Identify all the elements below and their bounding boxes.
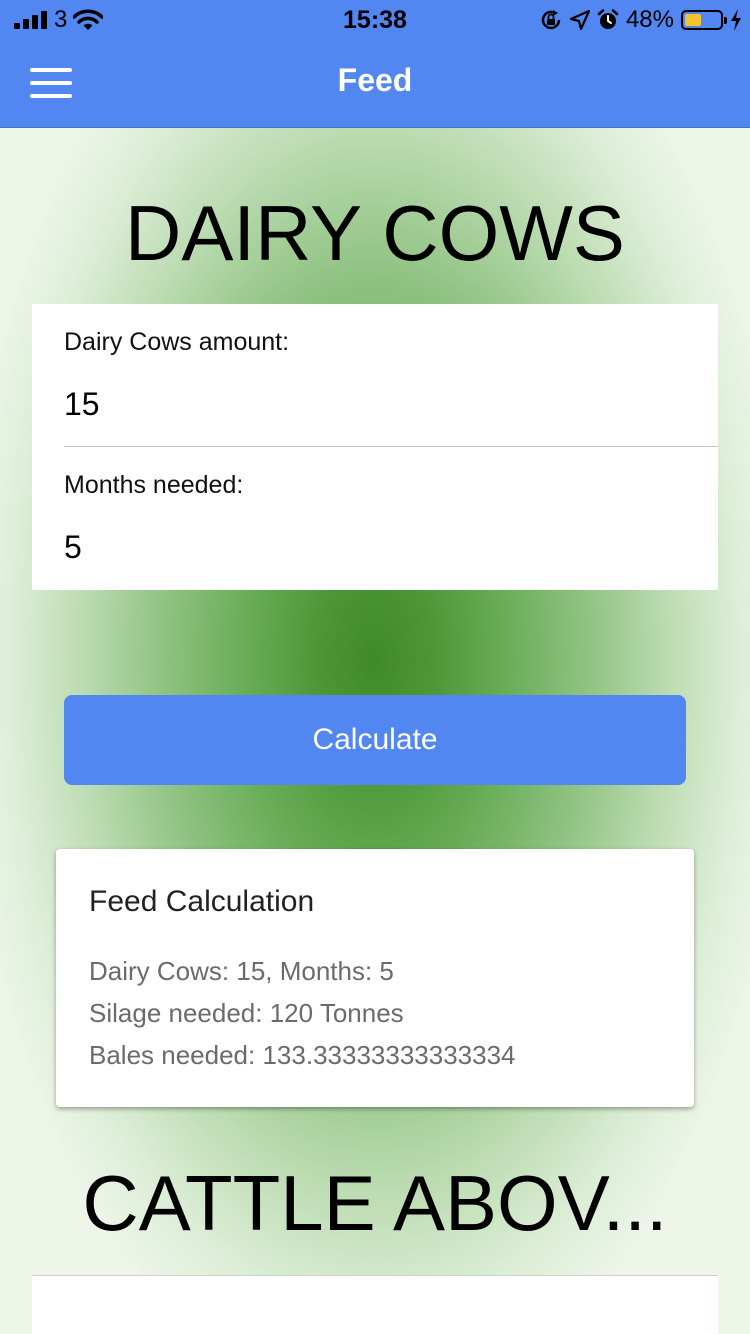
nav-bar: Feed xyxy=(0,40,750,128)
battery-icon xyxy=(681,10,727,30)
battery-percent: 48% xyxy=(625,6,674,33)
dairy-cows-heading: DAIRY COWS xyxy=(125,189,625,277)
months-needed-field: Months needed: xyxy=(32,447,718,590)
dairy-cows-amount-field: Dairy Cows amount: xyxy=(32,304,718,447)
months-needed-label: Months needed: xyxy=(64,471,244,499)
status-right: 48% xyxy=(539,6,742,33)
battery-level xyxy=(685,14,702,26)
page-title: Feed xyxy=(337,62,413,98)
location-icon xyxy=(569,10,590,30)
result-line-summary: Dairy Cows: 15, Months: 5 xyxy=(89,956,394,986)
rotation-lock-icon xyxy=(541,10,561,30)
cattle-above-heading: CATTLE ABOV... xyxy=(82,1159,668,1247)
battery-tip xyxy=(724,17,727,24)
dairy-cows-amount-input[interactable] xyxy=(64,386,684,423)
feed-calculation-title: Feed Calculation xyxy=(89,885,315,918)
dairy-cows-amount-label: Dairy Cows amount: xyxy=(64,328,290,356)
feed-calculation-card: Feed Calculation Dairy Cows: 15, Months:… xyxy=(56,849,694,1107)
cattle-form-card xyxy=(32,1275,718,1334)
charging-icon xyxy=(731,9,741,31)
months-needed-input[interactable] xyxy=(64,529,684,566)
result-line-silage: Silage needed: 120 Tonnes xyxy=(89,998,404,1028)
result-line-bales: Bales needed: 133.33333333333334 xyxy=(89,1040,516,1070)
alarm-icon xyxy=(597,9,619,29)
status-bar: 3 15:38 48% xyxy=(0,0,750,40)
calculate-button[interactable]: Calculate xyxy=(64,695,686,785)
dairy-form-card: Dairy Cows amount: Months needed: xyxy=(32,304,718,590)
